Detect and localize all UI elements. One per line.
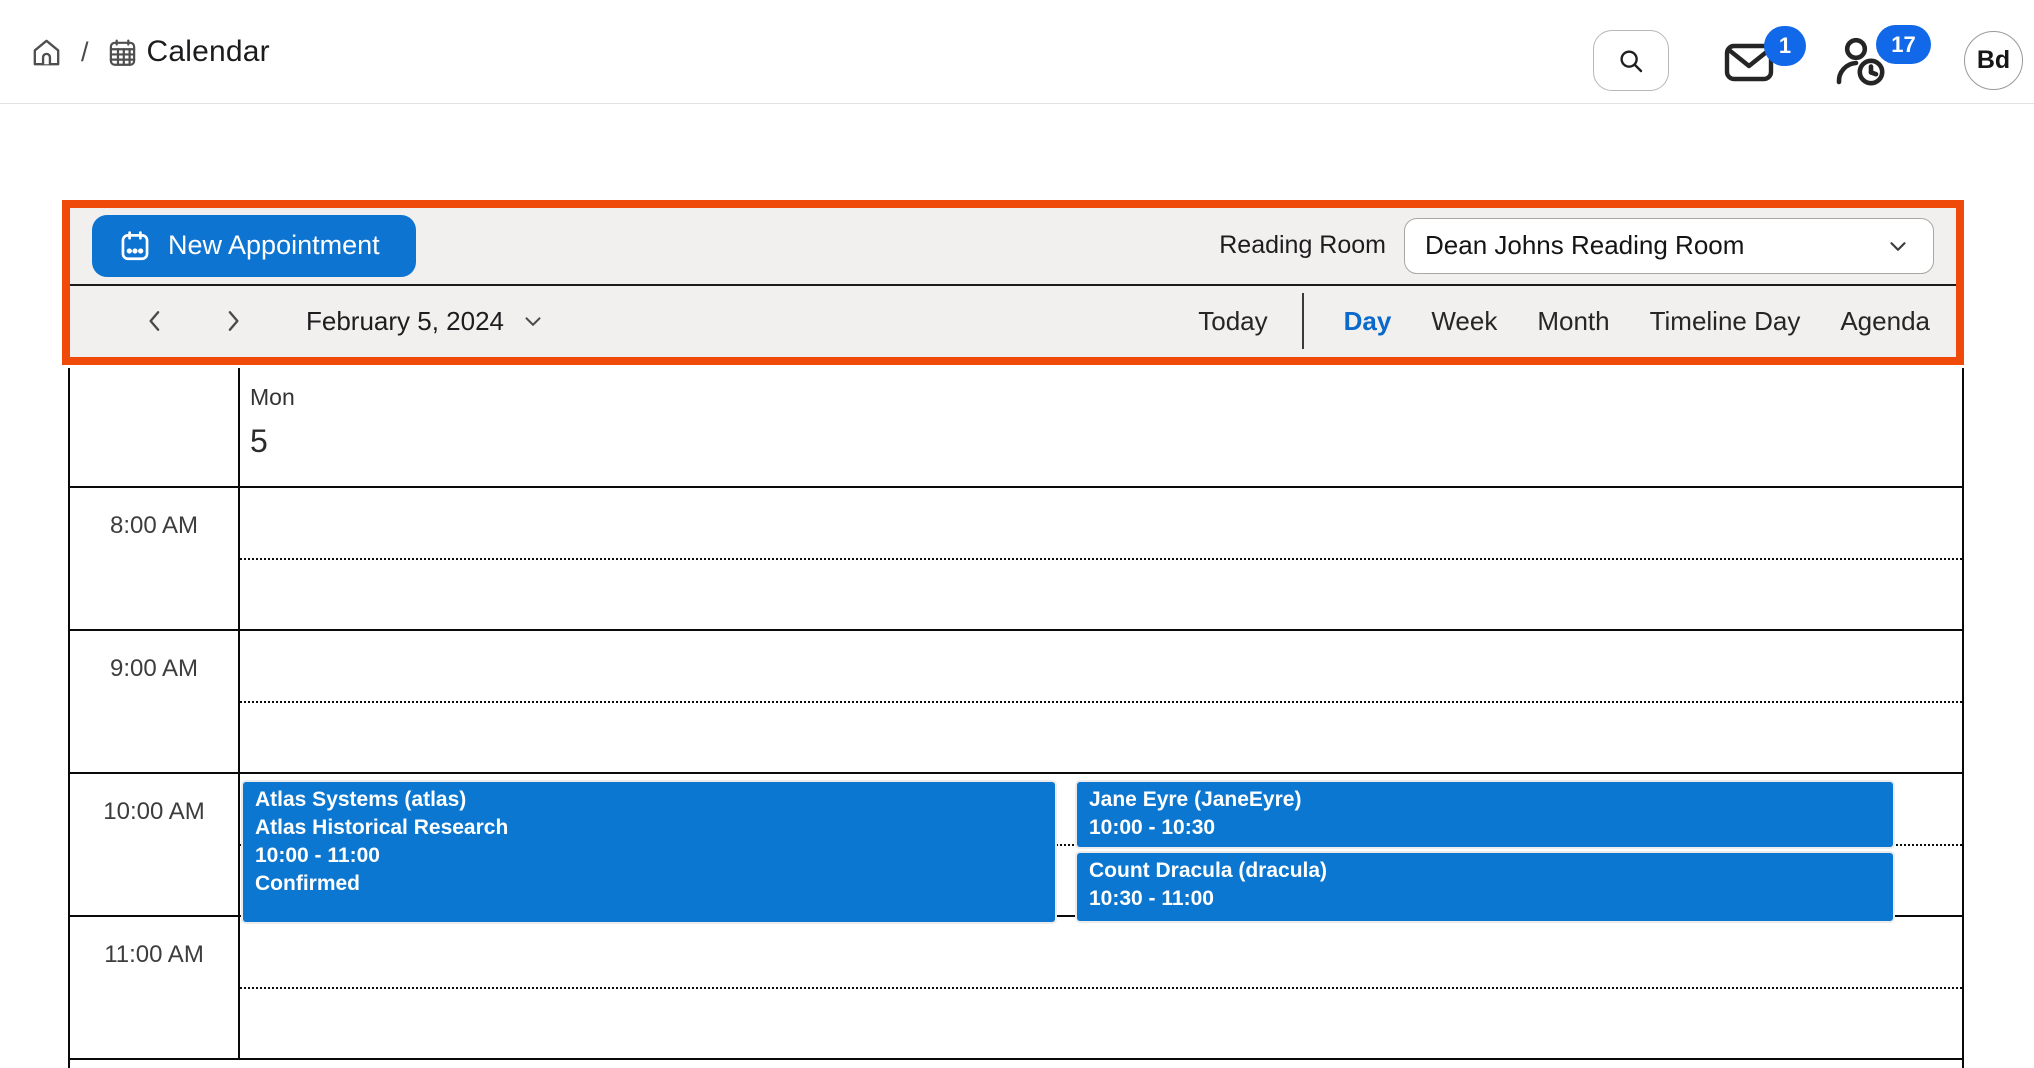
toolbar-row-appointment: New Appointment Reading Room Dean Johns … [70,208,1956,286]
chevron-down-icon [520,308,546,334]
calendar-grid-icon [107,37,138,68]
search-icon [1616,46,1646,76]
appointment-count-dracula[interactable]: Count Dracula (dracula) 10:30 - 11:00 [1077,853,1893,921]
event-title: Atlas Systems (atlas) [255,786,1047,814]
reading-room-select[interactable]: Dean Johns Reading Room [1404,218,1934,274]
page-title: Calendar [147,35,270,69]
current-date-label: February 5, 2024 [306,306,504,337]
time-label: 8:00 AM [70,488,240,629]
mail-badge: 1 [1764,26,1806,66]
day-header-row: Mon 5 [70,368,1962,488]
breadcrumb-separator: / [81,37,89,68]
chevron-right-icon [218,304,248,338]
event-title: Jane Eyre (JaneEyre) [1089,786,1885,814]
toolbar-row-navigation: February 5, 2024 Today Day Week Month Ti… [70,286,1956,357]
day-header-cell[interactable]: Mon 5 [240,368,1962,486]
date-picker[interactable]: February 5, 2024 [306,306,546,337]
next-day-button[interactable] [208,304,258,338]
view-tab-timeline-day[interactable]: Timeline Day [1650,306,1801,337]
breadcrumb: / Calendar [30,0,270,104]
new-appointment-button[interactable]: New Appointment [92,215,416,277]
time-gutter-header [70,368,240,486]
half-hour-line [240,558,1962,560]
event-title: Count Dracula (dracula) [1089,857,1885,885]
scheduler-toolbar-highlight: New Appointment Reading Room Dean Johns … [62,200,1964,365]
day-number: 5 [250,423,1962,460]
event-subtitle: Atlas Historical Research [255,814,1047,842]
appointments-badge: 17 [1876,25,1931,64]
appointment-atlas-systems[interactable]: Atlas Systems (atlas) Atlas Historical R… [243,782,1055,922]
view-tab-week[interactable]: Week [1431,306,1497,337]
event-time: 10:30 - 11:00 [1089,885,1885,913]
mail-button[interactable]: 1 [1720,36,1778,88]
event-time: 10:00 - 11:00 [255,842,1047,870]
view-tab-day[interactable]: Day [1344,306,1392,337]
view-tab-agenda[interactable]: Agenda [1840,306,1930,337]
new-appointment-icon [118,229,152,263]
day-view-grid: Mon 5 8:00 AM 9:00 AM 10:00 AM 11:00 AM … [68,368,1964,1068]
chevron-left-icon [140,304,170,338]
time-slot-cell[interactable] [240,631,1962,772]
event-time: 10:00 - 10:30 [1089,814,1885,842]
reading-room-selected-value: Dean Johns Reading Room [1425,230,1744,261]
avatar[interactable]: Bd [1964,31,2023,90]
chevron-down-icon [1885,233,1911,259]
half-hour-line [240,701,1962,703]
search-button[interactable] [1593,30,1669,91]
hour-row-9am: 9:00 AM [70,631,1962,774]
today-button[interactable]: Today [1198,306,1267,337]
time-label: 10:00 AM [70,774,240,915]
appointment-jane-eyre[interactable]: Jane Eyre (JaneEyre) 10:00 - 10:30 [1077,782,1893,847]
day-name: Mon [250,384,1962,411]
event-status: Confirmed [255,870,1047,898]
time-slot-cell[interactable] [240,917,1962,1058]
hour-row-8am: 8:00 AM [70,488,1962,631]
view-divider [1302,293,1304,349]
new-appointment-label: New Appointment [168,230,380,261]
view-tab-month[interactable]: Month [1537,306,1609,337]
top-header-bar: / Calendar [0,0,2034,104]
previous-day-button[interactable] [130,304,180,338]
time-slot-cell[interactable] [240,488,1962,629]
view-switcher: Today Day Week Month Timeline Day Agenda [1198,293,1930,349]
reading-room-label: Reading Room [1219,231,1386,260]
appointments-button[interactable]: 17 [1833,34,1891,88]
time-label: 9:00 AM [70,631,240,772]
time-label: 11:00 AM [70,917,240,1058]
home-icon[interactable] [30,36,63,69]
hour-row-11am: 11:00 AM [70,917,1962,1060]
half-hour-line [240,987,1962,989]
